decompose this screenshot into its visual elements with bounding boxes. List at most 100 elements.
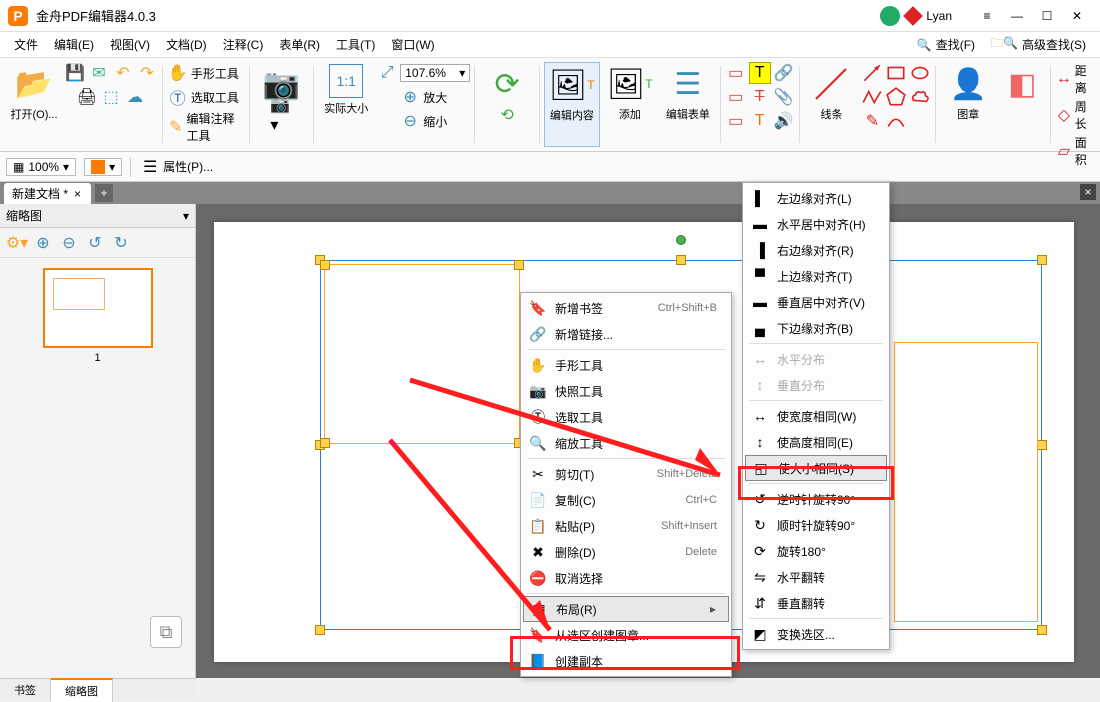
pencil-shape-icon[interactable]: ✎	[861, 110, 883, 132]
select-tool-button[interactable]: Ⓣ选取工具	[167, 86, 239, 108]
menu-view[interactable]: 视图(V)	[104, 33, 156, 56]
menu-item[interactable]: 📷快照工具	[523, 378, 729, 404]
adv-find-button[interactable]: 🗀🔍 高级查找(S)	[985, 32, 1092, 57]
add-tab-button[interactable]: +	[95, 184, 113, 202]
selected-object-1[interactable]	[324, 264, 520, 444]
actual-size-group[interactable]: 1:1 实际大小	[318, 62, 374, 147]
menu-item[interactable]: 🔗新增链接...	[523, 321, 729, 347]
menu-item[interactable]: ✋手形工具	[523, 352, 729, 378]
menu-item[interactable]: ◩变换选区...	[745, 621, 887, 647]
tab-thumbnails[interactable]: 缩略图	[51, 678, 113, 702]
close-panel-button[interactable]: ×	[1080, 184, 1096, 200]
tab-bookmarks[interactable]: 书签	[0, 679, 51, 701]
attach-icon[interactable]: 📎	[773, 86, 795, 108]
snapshot-group[interactable]: 📷 📷▾	[253, 62, 309, 147]
selected-object-2[interactable]	[894, 342, 1038, 622]
menu-edit[interactable]: 编辑(E)	[48, 33, 100, 56]
menu-item[interactable]: 🔍缩放工具	[523, 430, 729, 456]
menu-item[interactable]: ▦布局(R)▸	[523, 596, 729, 622]
underline-icon[interactable]: ▭	[725, 86, 747, 108]
menu-item[interactable]: ▐右边缘对齐(R)	[745, 237, 887, 263]
menu-comment[interactable]: 注释(C)	[217, 33, 270, 56]
zoom-out-thumb-icon[interactable]: ⊖	[58, 232, 80, 254]
zoom-in-button[interactable]: ⊕放大	[399, 86, 447, 108]
tab-new-document[interactable]: 新建文档 *×	[4, 183, 91, 204]
curve-icon[interactable]	[885, 110, 907, 132]
menu-button[interactable]: ≡	[972, 1, 1002, 31]
link-icon[interactable]: 🔗	[773, 62, 795, 84]
rotate-small-icon[interactable]: ⟲	[496, 104, 518, 126]
minimize-button[interactable]: —	[1002, 1, 1032, 31]
undo-icon[interactable]: ↶	[112, 62, 134, 84]
polyline-icon[interactable]	[861, 86, 883, 108]
pattern-combo[interactable]: ▦100%▾	[6, 158, 76, 176]
edit-annot-button[interactable]: ✎编辑注释工具	[167, 110, 245, 144]
stamp-group[interactable]: 👤 图章	[940, 62, 996, 147]
properties-button[interactable]: ☰属性(P)...	[139, 156, 213, 178]
highlight-icon[interactable]: T	[749, 62, 771, 84]
menu-form[interactable]: 表单(R)	[273, 33, 326, 56]
print-icon[interactable]: 🖨	[76, 86, 98, 108]
circle-shape-icon[interactable]	[909, 62, 931, 84]
add-group[interactable]: 🖼T 添加	[602, 62, 658, 147]
menu-item[interactable]: ▄下边缘对齐(B)	[745, 315, 887, 341]
panel-menu-icon[interactable]: ▾	[183, 209, 189, 223]
cloud-icon[interactable]: ☁	[124, 86, 146, 108]
menu-item[interactable]: 🔖新增书签Ctrl+Shift+B	[523, 295, 729, 321]
zoom-out-button[interactable]: ⊖缩小	[399, 110, 447, 132]
menu-item[interactable]: Ⓣ选取工具	[523, 404, 729, 430]
sound-icon[interactable]: 🔊	[773, 110, 795, 132]
menu-item[interactable]: ✂剪切(T)Shift+Delete	[523, 461, 729, 487]
menu-item[interactable]: ▬垂直居中对齐(V)	[745, 289, 887, 315]
menu-item[interactable]: 📋粘贴(P)Shift+Insert	[523, 513, 729, 539]
menu-item[interactable]: ▬水平居中对齐(H)	[745, 211, 887, 237]
zoom-combo[interactable]: 107.6%▾	[400, 64, 470, 82]
pentagon-icon[interactable]	[885, 86, 907, 108]
menu-item[interactable]: ↻顺时针旋转90°	[745, 512, 887, 538]
menu-tools[interactable]: 工具(T)	[330, 33, 381, 56]
menu-item[interactable]: ⇋水平翻转	[745, 564, 887, 590]
menu-item[interactable]: ◱使大小相同(S)	[745, 455, 887, 481]
menu-item[interactable]: ▀上边缘对齐(T)	[745, 263, 887, 289]
menu-document[interactable]: 文档(D)	[160, 33, 213, 56]
rotate-right-thumb-icon[interactable]: ↻	[110, 232, 132, 254]
edit-form-group[interactable]: ☰ 编辑表单	[660, 62, 716, 147]
menu-item[interactable]: ↺逆时针旋转90°	[745, 486, 887, 512]
blank-shape-icon[interactable]	[909, 110, 931, 132]
find-button[interactable]: 🔍 查找(F)	[911, 34, 981, 55]
area-button[interactable]: ▱面积	[1055, 134, 1094, 168]
eraser-button[interactable]: ◧	[998, 62, 1046, 147]
scan-icon[interactable]: ⬚	[100, 86, 122, 108]
close-tab-icon[interactable]: ×	[74, 187, 81, 201]
menu-file[interactable]: 文件	[8, 33, 44, 56]
menu-item[interactable]: ⛔取消选择	[523, 565, 729, 591]
text-icon[interactable]: T	[749, 110, 771, 132]
open-group[interactable]: 📂 打开(O)...	[6, 62, 62, 147]
cloud-shape-icon[interactable]	[909, 86, 931, 108]
thumbnail-item[interactable]: 1	[43, 268, 153, 364]
maximize-button[interactable]: ☐	[1032, 1, 1062, 31]
save-icon[interactable]: 💾	[64, 62, 86, 84]
clipboard-icon[interactable]: ⧉	[150, 616, 182, 648]
menu-item[interactable]: 🔖从选区创建图章...	[523, 622, 729, 648]
user-area[interactable]: Lyan	[880, 6, 952, 26]
rect-shape-icon[interactable]	[885, 62, 907, 84]
menu-item[interactable]: 📄复制(C)Ctrl+C	[523, 487, 729, 513]
menu-item[interactable]: ⇵垂直翻转	[745, 590, 887, 616]
menu-item[interactable]: ↕使高度相同(E)	[745, 429, 887, 455]
rotate-group[interactable]: ⟳ ⟲	[479, 62, 535, 147]
distance-button[interactable]: ↔距离	[1055, 62, 1094, 96]
perimeter-button[interactable]: ◇周长	[1055, 98, 1094, 132]
camera-small-icon[interactable]: 📷▾	[270, 104, 292, 126]
line-group[interactable]: 线条	[803, 62, 859, 147]
edit-content-group[interactable]: 🖼T 编辑内容	[544, 62, 600, 147]
strikeout-icon[interactable]: T	[749, 86, 771, 108]
redo-icon[interactable]: ↷	[136, 62, 158, 84]
color-combo[interactable]: ▾	[84, 158, 122, 176]
fit-page-icon[interactable]: ⤢	[376, 62, 398, 84]
close-button[interactable]: ✕	[1062, 1, 1092, 31]
menu-window[interactable]: 窗口(W)	[385, 33, 440, 56]
gear-icon[interactable]: ⚙▾	[6, 232, 28, 254]
menu-item[interactable]: ⟳旋转180°	[745, 538, 887, 564]
note-icon[interactable]: ▭	[725, 110, 747, 132]
